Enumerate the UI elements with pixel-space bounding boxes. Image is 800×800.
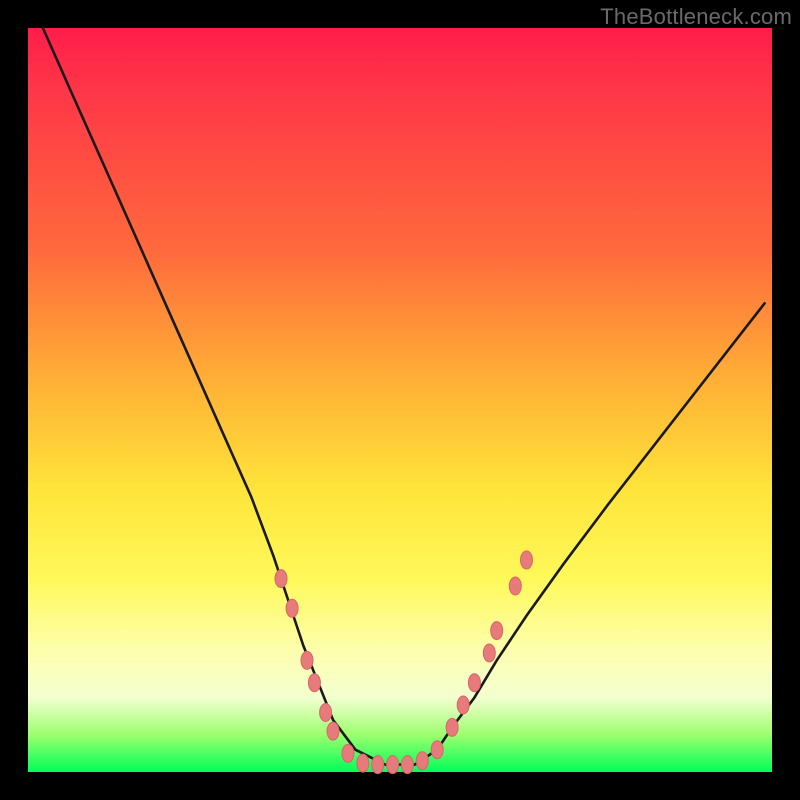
curve-layer (28, 28, 772, 772)
curve-marker (483, 644, 495, 662)
curve-marker (308, 674, 320, 692)
curve-marker (401, 756, 413, 774)
bottleneck-curve (43, 28, 765, 765)
curve-marker (342, 744, 354, 762)
curve-marker (372, 756, 384, 774)
curve-marker (327, 722, 339, 740)
chart-frame: TheBottleneck.com (0, 0, 800, 800)
curve-marker (491, 622, 503, 640)
curve-marker (509, 577, 521, 595)
curve-marker (320, 704, 332, 722)
curve-marker (301, 651, 313, 669)
curve-marker (416, 752, 428, 770)
watermark-text: TheBottleneck.com (600, 4, 792, 30)
curve-marker (468, 674, 480, 692)
curve-marker (387, 756, 399, 774)
curve-marker (286, 599, 298, 617)
curve-marker (446, 718, 458, 736)
curve-marker (275, 570, 287, 588)
curve-marker (357, 754, 369, 772)
curve-marker (457, 696, 469, 714)
plot-area (28, 28, 772, 772)
marker-group (275, 551, 533, 774)
curve-marker (431, 741, 443, 759)
curve-marker (521, 551, 533, 569)
